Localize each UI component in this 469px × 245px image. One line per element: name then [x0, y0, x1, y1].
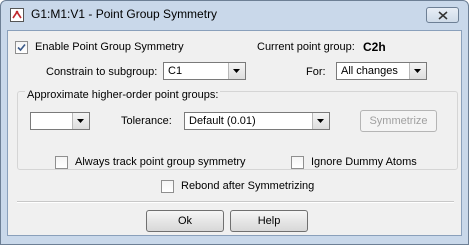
chevron-down-icon: [228, 63, 245, 79]
enable-symmetry-checkbox[interactable]: [15, 41, 28, 54]
dialog-window: G1:M1:V1 - Point Group Symmetry Enable P…: [0, 0, 469, 245]
close-icon: [438, 11, 448, 20]
constrain-label: Constrain to subgroup:: [46, 66, 158, 78]
symmetrize-button[interactable]: Symmetrize: [360, 110, 437, 132]
window-title: G1:M1:V1 - Point Group Symmetry: [31, 7, 218, 21]
constrain-subgroup-value: C1: [168, 65, 183, 77]
tolerance-select[interactable]: Default (0.01): [184, 112, 330, 130]
chevron-down-icon: [409, 63, 426, 79]
ignore-dummy-checkbox[interactable]: [291, 156, 304, 169]
approximate-groups-legend: Approximate higher-order point groups:: [25, 89, 221, 101]
chevron-down-icon: [72, 113, 89, 129]
current-point-group-label: Current point group:: [257, 41, 355, 53]
ok-button[interactable]: Ok: [146, 210, 224, 232]
always-track-label: Always track point group symmetry: [75, 156, 246, 168]
for-select[interactable]: All changes: [336, 62, 427, 80]
dialog-client-area: Enable Point Group Symmetry Current poin…: [7, 30, 462, 236]
help-button[interactable]: Help: [230, 210, 308, 232]
button-divider: [17, 201, 454, 203]
close-button[interactable]: [426, 7, 459, 23]
always-track-checkbox[interactable]: [55, 156, 68, 169]
chevron-down-icon: [312, 113, 329, 129]
tolerance-value: Default (0.01): [189, 115, 256, 127]
ignore-dummy-label: Ignore Dummy Atoms: [311, 156, 417, 168]
for-label: For:: [306, 66, 326, 78]
current-point-group-value: C2h: [363, 40, 386, 54]
approximate-group-select[interactable]: [30, 112, 90, 130]
rebond-checkbox[interactable]: [161, 180, 174, 193]
checkmark-icon: [17, 43, 26, 52]
for-value: All changes: [341, 65, 398, 77]
tolerance-label: Tolerance:: [121, 115, 172, 127]
enable-symmetry-label: Enable Point Group Symmetry: [35, 41, 184, 53]
rebond-label: Rebond after Symmetrizing: [181, 180, 315, 192]
title-bar[interactable]: G1:M1:V1 - Point Group Symmetry: [1, 1, 468, 29]
app-icon: [10, 8, 24, 22]
constrain-subgroup-select[interactable]: C1: [163, 62, 246, 80]
